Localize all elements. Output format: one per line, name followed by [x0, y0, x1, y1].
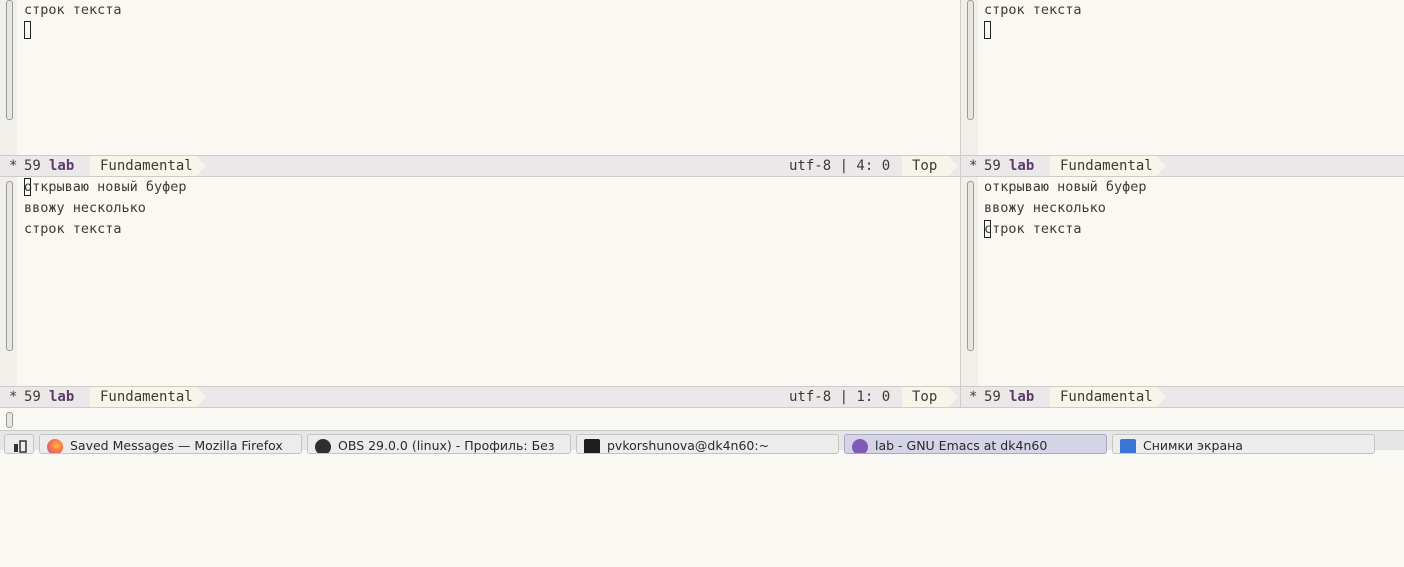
modeline-top-right[interactable]: * 59 lab Fundamental	[961, 155, 1404, 177]
encoding-position[interactable]: utf-8 | 4: 0	[789, 156, 890, 176]
scrollbar[interactable]	[967, 181, 974, 351]
modified-indicator: *	[969, 158, 978, 174]
task-label: Снимки экрана	[1143, 438, 1243, 453]
text-cursor	[24, 21, 31, 39]
major-mode[interactable]: Fundamental	[1060, 156, 1153, 176]
modeline-bottom-left[interactable]: * 59 lab Fundamental utf-8 | 1: 0 Top	[0, 386, 960, 408]
scrollbar[interactable]	[6, 181, 13, 351]
text-line[interactable]: открываю новый буфер	[984, 177, 1147, 198]
terminal-icon	[584, 439, 600, 453]
modeline-bottom-right[interactable]: * 59 lab Fundamental	[961, 386, 1404, 408]
buffer-name[interactable]: lab	[1009, 387, 1034, 407]
task-label: pvkorshunova@dk4n60:~	[607, 438, 770, 453]
taskbar: Saved Messages — Mozilla Firefox OBS 29.…	[0, 430, 1404, 454]
text-cursor	[984, 220, 991, 238]
task-label: Saved Messages — Mozilla Firefox	[70, 438, 283, 453]
line-count: 59	[24, 389, 41, 405]
scroll-position: Top	[912, 158, 938, 174]
task-terminal[interactable]: pvkorshunova@dk4n60:~	[576, 434, 839, 454]
line-count: 59	[24, 158, 41, 174]
line-count: 59	[984, 158, 1001, 174]
emacs-icon	[852, 439, 868, 453]
obs-icon	[315, 439, 331, 453]
scrollbar[interactable]	[967, 0, 974, 120]
major-mode[interactable]: Fundamental	[100, 156, 193, 176]
task-emacs[interactable]: lab - GNU Emacs at dk4n60	[844, 434, 1107, 454]
desktop-icon	[14, 440, 27, 453]
show-desktop-button[interactable]	[4, 434, 34, 454]
folder-icon	[1120, 439, 1136, 453]
firefox-icon	[47, 439, 63, 453]
task-obs[interactable]: OBS 29.0.0 (linux) - Профиль: Без	[307, 434, 571, 454]
minibuffer-scrollbar	[6, 412, 13, 428]
buffer-name[interactable]: lab	[1009, 156, 1034, 176]
major-mode[interactable]: Fundamental	[1060, 387, 1153, 407]
text-line[interactable]: ввожу несколько	[24, 198, 146, 219]
text-cursor	[24, 178, 31, 196]
encoding-position[interactable]: utf-8 | 1: 0	[789, 387, 890, 407]
text-line[interactable]: строк текста	[24, 219, 122, 240]
modified-indicator: *	[969, 389, 978, 405]
modeline-top-left[interactable]: * 59 lab Fundamental utf-8 | 4: 0 Top	[0, 155, 960, 177]
window-top-right[interactable]: строк текста	[961, 0, 1404, 155]
text-line[interactable]: ввожу несколько	[984, 198, 1106, 219]
task-firefox[interactable]: Saved Messages — Mozilla Firefox	[39, 434, 302, 454]
modified-indicator: *	[9, 158, 18, 174]
buffer-name[interactable]: lab	[49, 387, 74, 407]
window-bottom-left[interactable]: открываю новый буфер ввожу несколько стр…	[0, 177, 960, 386]
major-mode[interactable]: Fundamental	[100, 387, 193, 407]
modified-indicator: *	[9, 389, 18, 405]
task-label: lab - GNU Emacs at dk4n60	[875, 438, 1048, 453]
text-line[interactable]: строк текста	[984, 219, 1082, 240]
scrollbar[interactable]	[6, 0, 13, 120]
task-files[interactable]: Снимки экрана	[1112, 434, 1375, 454]
window-top-left[interactable]: строк текста	[0, 0, 960, 155]
buffer-name[interactable]: lab	[49, 156, 74, 176]
text-line[interactable]: строк текста	[24, 0, 122, 21]
text-line[interactable]: строк текста	[984, 0, 1082, 21]
text-cursor	[984, 21, 991, 39]
line-count: 59	[984, 389, 1001, 405]
scroll-position: Top	[912, 389, 938, 405]
window-divider[interactable]	[960, 0, 961, 408]
window-bottom-right[interactable]: открываю новый буфер ввожу несколько стр…	[961, 177, 1404, 386]
task-label: OBS 29.0.0 (linux) - Профиль: Без	[338, 438, 555, 453]
echo-area[interactable]	[0, 408, 1404, 430]
text-line[interactable]: открываю новый буфер	[24, 177, 187, 198]
